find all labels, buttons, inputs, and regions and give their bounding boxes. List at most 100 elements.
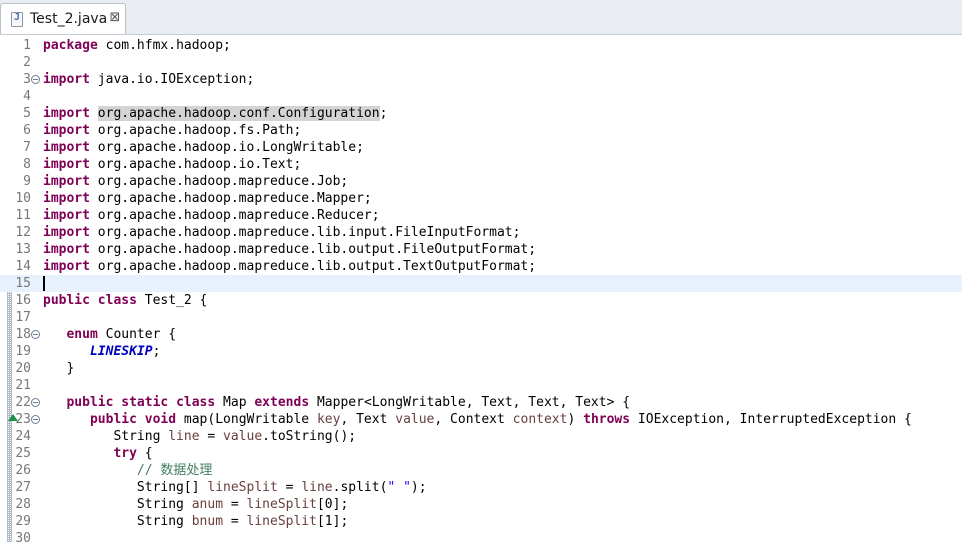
- code-token: import: [43, 191, 90, 206]
- code-token: Counter {: [97, 327, 177, 342]
- code-line[interactable]: 25 try {: [0, 445, 962, 462]
- line-number: 21: [15, 378, 31, 393]
- code-token: import: [43, 174, 90, 189]
- code-line[interactable]: 23 public void map(LongWritable key, Tex…: [0, 411, 962, 428]
- code-line[interactable]: 29 String bnum = lineSplit[1];: [0, 513, 962, 530]
- line-number: 27: [15, 480, 31, 495]
- code-token: [1];: [316, 514, 349, 529]
- code-line[interactable]: 18 enum Counter {: [0, 326, 962, 343]
- code-line[interactable]: 3 import java.io.IOException;: [0, 71, 962, 88]
- code-line[interactable]: 30: [0, 530, 962, 542]
- code-line[interactable]: 19 LINESKIP;: [0, 343, 962, 360]
- code-token: , Text: [340, 412, 396, 427]
- code-line[interactable]: 5 import org.apache.hadoop.conf.Configura…: [0, 105, 962, 122]
- code-token: import: [43, 225, 90, 240]
- code-text: import org.apache.hadoop.conf.Configurat…: [43, 105, 387, 122]
- code-text: package com.hfmx.hadoop;: [43, 37, 231, 54]
- line-number: 14: [15, 259, 31, 274]
- line-number: 7: [23, 140, 31, 155]
- code-line[interactable]: 15: [0, 275, 962, 292]
- line-number: 8: [23, 157, 31, 172]
- code-line[interactable]: 13 import org.apache.hadoop.mapreduce.lib…: [0, 241, 962, 258]
- code-line[interactable]: 10 import org.apache.hadoop.mapreduce.Map…: [0, 190, 962, 207]
- code-token: =: [199, 429, 224, 444]
- fold-collapse-icon[interactable]: [31, 75, 40, 84]
- fold-collapse-icon[interactable]: [31, 415, 40, 424]
- code-token: org.apache.hadoop.io.Text;: [89, 157, 302, 172]
- code-line[interactable]: 26 // 数据处理: [0, 462, 962, 479]
- line-number: 4: [23, 89, 31, 104]
- code-line[interactable]: 24 String line = value.toString();: [0, 428, 962, 445]
- code-line[interactable]: 12 import org.apache.hadoop.mapreduce.lib…: [0, 224, 962, 241]
- line-number: 28: [15, 497, 31, 512]
- code-line[interactable]: 4: [0, 88, 962, 105]
- code-text: import org.apache.hadoop.io.LongWritable…: [43, 139, 364, 156]
- line-number: 5: [23, 106, 31, 121]
- code-token: java.io.IOException;: [89, 72, 255, 87]
- code-line[interactable]: 7 import org.apache.hadoop.io.LongWritabl…: [0, 139, 962, 156]
- editor-tab-test-2-java[interactable]: Test_2.java ⊠: [0, 3, 126, 34]
- code-line[interactable]: 14 import org.apache.hadoop.mapreduce.lib…: [0, 258, 962, 275]
- code-token: value: [395, 412, 435, 427]
- code-line[interactable]: 20 }: [0, 360, 962, 377]
- code-token: String: [43, 514, 192, 529]
- code-token: lineSplit: [246, 497, 317, 512]
- line-number: 22: [15, 395, 31, 410]
- code-text: import org.apache.hadoop.mapreduce.Reduc…: [43, 207, 380, 224]
- code-text: String[] lineSplit = line.split(" ");: [43, 479, 427, 496]
- line-number: 26: [15, 463, 31, 478]
- code-line[interactable]: 8 import org.apache.hadoop.io.Text;: [0, 156, 962, 173]
- code-text: public class Test_2 {: [43, 292, 207, 309]
- code-token: value: [223, 429, 263, 444]
- code-token: String[]: [43, 480, 208, 495]
- close-icon[interactable]: ⊠: [109, 11, 121, 25]
- code-token: org.apache.hadoop.mapreduce.Mapper;: [89, 191, 372, 206]
- code-token: org.apache.hadoop.mapreduce.lib.output.F…: [89, 242, 537, 257]
- code-line[interactable]: 22 public static class Map extends Mappe…: [0, 394, 962, 411]
- code-token: , Context: [434, 412, 513, 427]
- code-line[interactable]: 21: [0, 377, 962, 394]
- code-line[interactable]: 9 import org.apache.hadoop.mapreduce.Job;: [0, 173, 962, 190]
- code-token: extends: [254, 395, 310, 410]
- code-token: org.apache.hadoop.mapreduce.Reducer;: [89, 208, 380, 223]
- code-line[interactable]: 2: [0, 54, 962, 71]
- code-text: import org.apache.hadoop.mapreduce.lib.i…: [43, 224, 520, 241]
- line-number: 24: [15, 429, 31, 444]
- code-token: =: [277, 480, 302, 495]
- code-token: key: [316, 412, 341, 427]
- code-token: lineSplit: [207, 480, 278, 495]
- code-line[interactable]: 1 package com.hfmx.hadoop;: [0, 37, 962, 54]
- code-token: public: [66, 395, 114, 410]
- code-editor[interactable]: 1 package com.hfmx.hadoop; 2 3 import java.i…: [0, 35, 962, 542]
- code-token: import: [43, 140, 90, 155]
- line-number: 30: [15, 531, 31, 542]
- code-line[interactable]: 11 import org.apache.hadoop.mapreduce.Red…: [0, 207, 962, 224]
- fold-collapse-icon[interactable]: [31, 330, 40, 339]
- code-token: IOException, InterruptedException {: [630, 412, 912, 427]
- code-token: org.apache.hadoop.conf.Configuration: [97, 106, 380, 121]
- code-text: // 数据处理: [43, 462, 212, 479]
- override-marker-icon[interactable]: [8, 414, 18, 421]
- line-number: 9: [23, 174, 31, 189]
- code-line[interactable]: 6 import org.apache.hadoop.fs.Path;: [0, 122, 962, 139]
- text-caret: [43, 276, 45, 291]
- code-text: import org.apache.hadoop.mapreduce.lib.o…: [43, 241, 536, 258]
- code-token: enum: [66, 327, 98, 342]
- code-token: public: [43, 293, 90, 308]
- line-number: 13: [15, 242, 31, 257]
- code-token: LINESKIP: [89, 344, 153, 359]
- code-line[interactable]: 16 public class Test_2 {: [0, 292, 962, 309]
- code-line[interactable]: 27 String[] lineSplit = line.split(" ");: [0, 479, 962, 496]
- code-token: import: [43, 242, 90, 257]
- code-line[interactable]: 17: [0, 309, 962, 326]
- java-file-icon: [11, 12, 23, 27]
- code-token: .toString();: [262, 429, 357, 444]
- code-line[interactable]: 28 String anum = lineSplit[0];: [0, 496, 962, 513]
- fold-collapse-icon[interactable]: [31, 398, 40, 407]
